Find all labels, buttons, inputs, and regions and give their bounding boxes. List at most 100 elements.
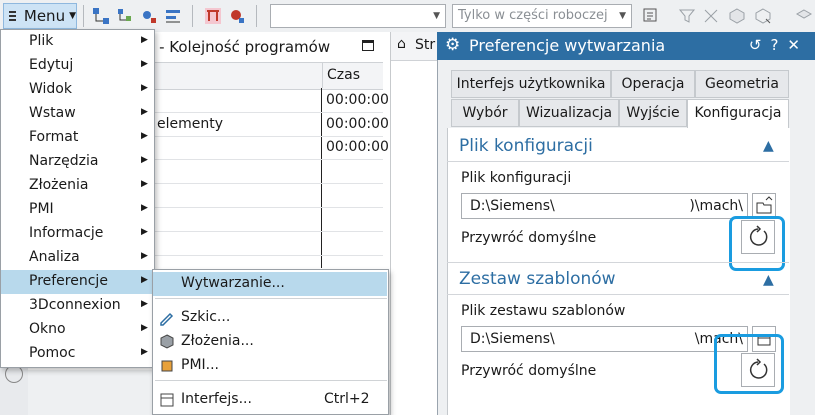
chevron-right-icon: ▶	[141, 155, 148, 165]
geometry-view-icon[interactable]	[164, 7, 182, 25]
submenu-separator	[155, 298, 387, 299]
maximize-icon[interactable]	[362, 40, 374, 51]
menu-item-label: Okno	[29, 321, 66, 337]
submenu-item-interface[interactable]: Interfejs... Ctrl+2	[153, 388, 387, 412]
submenu-item-label: Złożenia...	[181, 333, 254, 349]
menu-item-pmi[interactable]: PMI ▶	[1, 198, 153, 222]
menu-item-label: Plik	[29, 33, 54, 49]
menu-item-tools[interactable]: Narzędzia ▶	[1, 150, 153, 174]
shape-icon[interactable]	[795, 7, 813, 25]
template-set-value-start: D:\Siemens\	[470, 331, 555, 347]
help-icon[interactable]: ?	[770, 36, 787, 54]
chevron-down-icon: ▼	[619, 11, 626, 21]
home-icon: ⌂	[397, 36, 406, 52]
submenu-item-label: Szkic...	[181, 309, 231, 325]
solid-body-icon[interactable]	[728, 7, 746, 25]
menu-item-help[interactable]: Pomoc ▶	[1, 342, 153, 366]
menu-item-format[interactable]: Format ▶	[1, 126, 153, 150]
navigator-title: ji - Kolejność programów	[146, 38, 331, 56]
submenu-item-assemblies[interactable]: Złożenia...	[153, 330, 387, 354]
selection-filter-icon[interactable]	[642, 7, 660, 25]
config-file-value-start: D:\Siemens\	[470, 198, 555, 214]
menu-item-view[interactable]: Widok ▶	[1, 78, 153, 102]
scope-filter-placeholder: Tylko w części roboczej	[458, 8, 608, 23]
tab-visualization[interactable]: Wizualizacja	[519, 99, 619, 127]
type-filter-combo[interactable]: ▼	[270, 4, 446, 28]
tab-start[interactable]: ⌂ Str	[391, 32, 437, 61]
submenu-item-label: Wytwarzanie...	[181, 275, 285, 291]
chevron-right-icon: ▶	[141, 227, 148, 237]
row-time: 00:00:00	[326, 139, 389, 155]
chevron-right-icon: ▶	[141, 107, 148, 117]
tab-operation[interactable]: Operacja	[611, 70, 695, 98]
chevron-right-icon: ▶	[141, 59, 148, 69]
reset-defaults-label: Przywróć domyślne	[461, 363, 597, 379]
chevron-up-icon[interactable]: ▲	[763, 272, 774, 288]
menu-item-window[interactable]: Okno ▶	[1, 318, 153, 342]
menu-item-information[interactable]: Informacje ▶	[1, 222, 153, 246]
template-set-label: Plik zestawu szablonów	[461, 303, 626, 319]
menu-item-analysis[interactable]: Analiza ▶	[1, 246, 153, 270]
filter-icon[interactable]	[678, 7, 696, 25]
menu-item-3dconnexion[interactable]: 3Dconnexion ▶	[1, 294, 153, 318]
chevron-right-icon: ▶	[141, 347, 148, 357]
program-order-icon[interactable]	[116, 7, 134, 25]
submenu-item-manufacturing[interactable]: Wytwarzanie...	[153, 272, 387, 296]
row-time: 00:00:00	[326, 116, 389, 132]
machine-tool-icon[interactable]	[140, 7, 158, 25]
layout-tree-icon[interactable]	[92, 7, 110, 25]
chevron-right-icon: ▶	[141, 131, 148, 141]
interface-icon	[160, 393, 174, 407]
menu-item-preferences[interactable]: Preferencje ▶	[1, 270, 153, 294]
scope-filter-combo[interactable]: Tylko w części roboczej ▼	[452, 4, 632, 28]
submenu-item-label: PMI...	[181, 357, 220, 373]
preferences-header: ⚙ Preferencje wytwarzania ↺?✕	[437, 32, 815, 60]
toolbar-separator	[83, 5, 84, 27]
tab-selection[interactable]: Wybór	[451, 99, 519, 127]
generate-toolpath-icon[interactable]	[204, 7, 222, 25]
section-title-template-set[interactable]: Zestaw szablonów	[459, 269, 616, 289]
reset-defaults-button[interactable]	[741, 353, 775, 387]
chevron-right-icon: ▶	[141, 251, 148, 261]
section-divider	[447, 294, 789, 295]
verify-toolpath-icon[interactable]	[228, 7, 246, 25]
snap-point-icon[interactable]	[702, 7, 720, 25]
config-file-value-end: )\mach\	[689, 198, 743, 214]
tab-geometry[interactable]: Geometria	[695, 70, 789, 98]
vertical-scrollbar[interactable]	[790, 128, 810, 415]
tab-configuration[interactable]: Konfiguracja	[687, 99, 789, 129]
menu-button[interactable]: Menu ▼	[3, 3, 77, 29]
point-constructor-icon[interactable]	[754, 7, 772, 25]
menu-item-label: Format	[29, 129, 79, 145]
section-divider	[447, 161, 789, 162]
close-icon[interactable]: ✕	[787, 36, 809, 54]
chevron-right-icon: ▶	[141, 179, 148, 189]
menu-item-label: Pomoc	[29, 345, 76, 361]
menu-item-assemblies[interactable]: Złożenia ▶	[1, 174, 153, 198]
chevron-up-icon[interactable]: ▲	[763, 138, 774, 154]
reset-icon[interactable]: ↺	[749, 36, 771, 54]
menu-button-label: Menu	[23, 7, 66, 25]
tab-start-label: Str	[415, 37, 436, 53]
submenu-item-label: Interfejs...	[181, 391, 252, 407]
caret-down-icon: ▼	[69, 11, 76, 21]
column-header-time[interactable]: Czas	[322, 62, 360, 88]
row-label[interactable]: elementy	[157, 116, 223, 132]
config-file-input[interactable]: D:\Siemens\ )\mach\	[461, 193, 748, 219]
tab-output[interactable]: Wyjście	[619, 99, 687, 127]
submenu-item-pmi[interactable]: PMI...	[153, 354, 387, 378]
menu-item-insert[interactable]: Wstaw ▶	[1, 102, 153, 126]
reset-defaults-button[interactable]	[741, 220, 775, 254]
menu-item-file[interactable]: Plik ▶	[1, 30, 153, 54]
open-folder-icon	[756, 196, 773, 214]
menu-item-edit[interactable]: Edytuj ▶	[1, 54, 153, 78]
hamburger-icon	[9, 11, 16, 21]
tab-user-interface[interactable]: Interfejs użytkownika	[451, 70, 611, 98]
template-set-input[interactable]: D:\Siemens\ \mach\	[461, 326, 748, 352]
menu-item-label: Narzędzia	[29, 153, 99, 169]
menu-item-label: Informacje	[29, 225, 104, 241]
submenu-item-sketch[interactable]: Szkic...	[153, 306, 387, 330]
reset-defaults-label: Przywróć domyślne	[461, 230, 597, 246]
menu-item-label: Edytuj	[29, 57, 74, 73]
section-title-config-file[interactable]: Plik konfiguracji	[459, 136, 593, 156]
